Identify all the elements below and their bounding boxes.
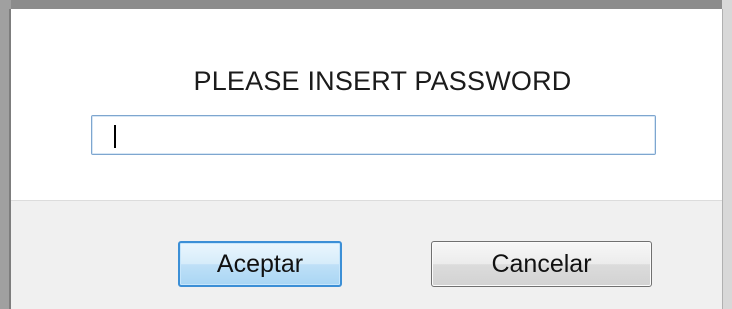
password-dialog: PLEASE INSERT PASSWORD Aceptar Cancelar [11, 9, 722, 309]
cancel-button[interactable]: Cancelar [431, 241, 652, 287]
screen: PLEASE INSERT PASSWORD Aceptar Cancelar [0, 0, 732, 309]
cancel-button-label: Cancelar [491, 249, 592, 278]
accept-button-label: Aceptar [216, 249, 304, 278]
accept-button[interactable]: Aceptar [178, 241, 342, 287]
window-frame-top [0, 0, 732, 9]
password-prompt-label: PLEASE INSERT PASSWORD [193, 66, 572, 96]
window-frame-right-edge [722, 9, 723, 309]
dialog-button-bar: Aceptar Cancelar [11, 200, 722, 309]
dialog-content: PLEASE INSERT PASSWORD [11, 9, 722, 200]
window-frame-right [722, 0, 732, 309]
text-caret [114, 125, 116, 148]
password-input[interactable] [91, 115, 656, 155]
